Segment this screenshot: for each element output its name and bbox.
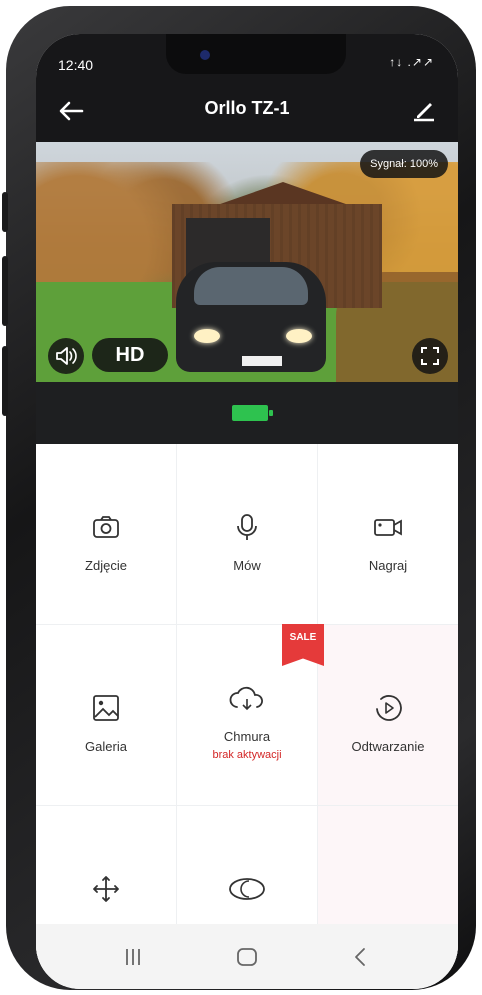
back-chevron-icon[interactable] [346, 942, 376, 972]
video-car-lamp [286, 329, 312, 343]
move-arrows-icon [93, 876, 119, 902]
battery-icon [232, 405, 273, 421]
grid-item-label: Chmura [223, 729, 271, 744]
side-button [2, 256, 8, 326]
grid-item-label: Zdjęcie [85, 558, 127, 573]
video-car-windshield [194, 267, 308, 305]
home-icon[interactable] [232, 942, 262, 972]
notch [166, 34, 346, 74]
image-icon [93, 695, 119, 721]
signal-strength-badge: Sygnał: 100% [360, 150, 448, 178]
status-signal: ↑↓ .↗↗ [389, 55, 434, 69]
video-car-plate [242, 356, 282, 366]
phone-frame: 12:40 ↑↓ .↗↗ Orllo TZ-1 Sygnał: 100% HD … [2, 6, 476, 990]
grid-item-label: Odtwarzanie [351, 739, 425, 754]
camera-video-feed[interactable]: Sygnał: 100% HD [36, 142, 458, 382]
grid-item-playback[interactable]: Odtwarzanie [318, 625, 458, 805]
microphone-icon [237, 514, 257, 540]
page-title: Orllo TZ-1 [204, 98, 290, 118]
grid-item-label: Galeria [85, 739, 127, 754]
night-mode-icon [229, 878, 265, 900]
recent-apps-icon[interactable] [118, 942, 148, 972]
top-bar: 12:40 ↑↓ .↗↗ Orllo TZ-1 [36, 34, 458, 142]
speaker-button[interactable] [48, 338, 84, 374]
feature-grid: Zdjęcie Mów Nagraj Galeria Chmura brak a… [36, 444, 458, 986]
system-nav-bar [36, 924, 458, 989]
grid-item-gallery[interactable]: Galeria [36, 625, 176, 805]
grid-item-label: Nagraj [368, 558, 408, 573]
grid-item-photo[interactable]: Zdjęcie [36, 444, 176, 624]
front-camera [200, 50, 210, 60]
video-camera-icon [374, 519, 402, 536]
cloud-sync-icon [229, 686, 263, 711]
cloud-status-text: brak aktywacji [212, 749, 282, 761]
quality-hd-button[interactable]: HD [92, 338, 168, 372]
volume-button [2, 192, 8, 232]
side-button [2, 346, 8, 416]
playback-icon [376, 695, 402, 721]
device-status-bar [36, 382, 458, 444]
grid-item-talk[interactable]: Mów [177, 444, 317, 624]
speaker-icon [56, 347, 77, 365]
grid-item-record[interactable]: Nagraj [318, 444, 458, 624]
grid-item-label: Mów [233, 558, 261, 573]
app-screen: 12:40 ↑↓ .↗↗ Orllo TZ-1 Sygnał: 100% HD … [36, 34, 458, 989]
pencil-icon[interactable] [410, 96, 438, 124]
camera-icon [93, 516, 119, 538]
status-time: 12:40 [58, 57, 94, 73]
video-car-lamp [194, 329, 220, 343]
expand-icon [421, 347, 439, 365]
fullscreen-button[interactable] [412, 338, 448, 374]
